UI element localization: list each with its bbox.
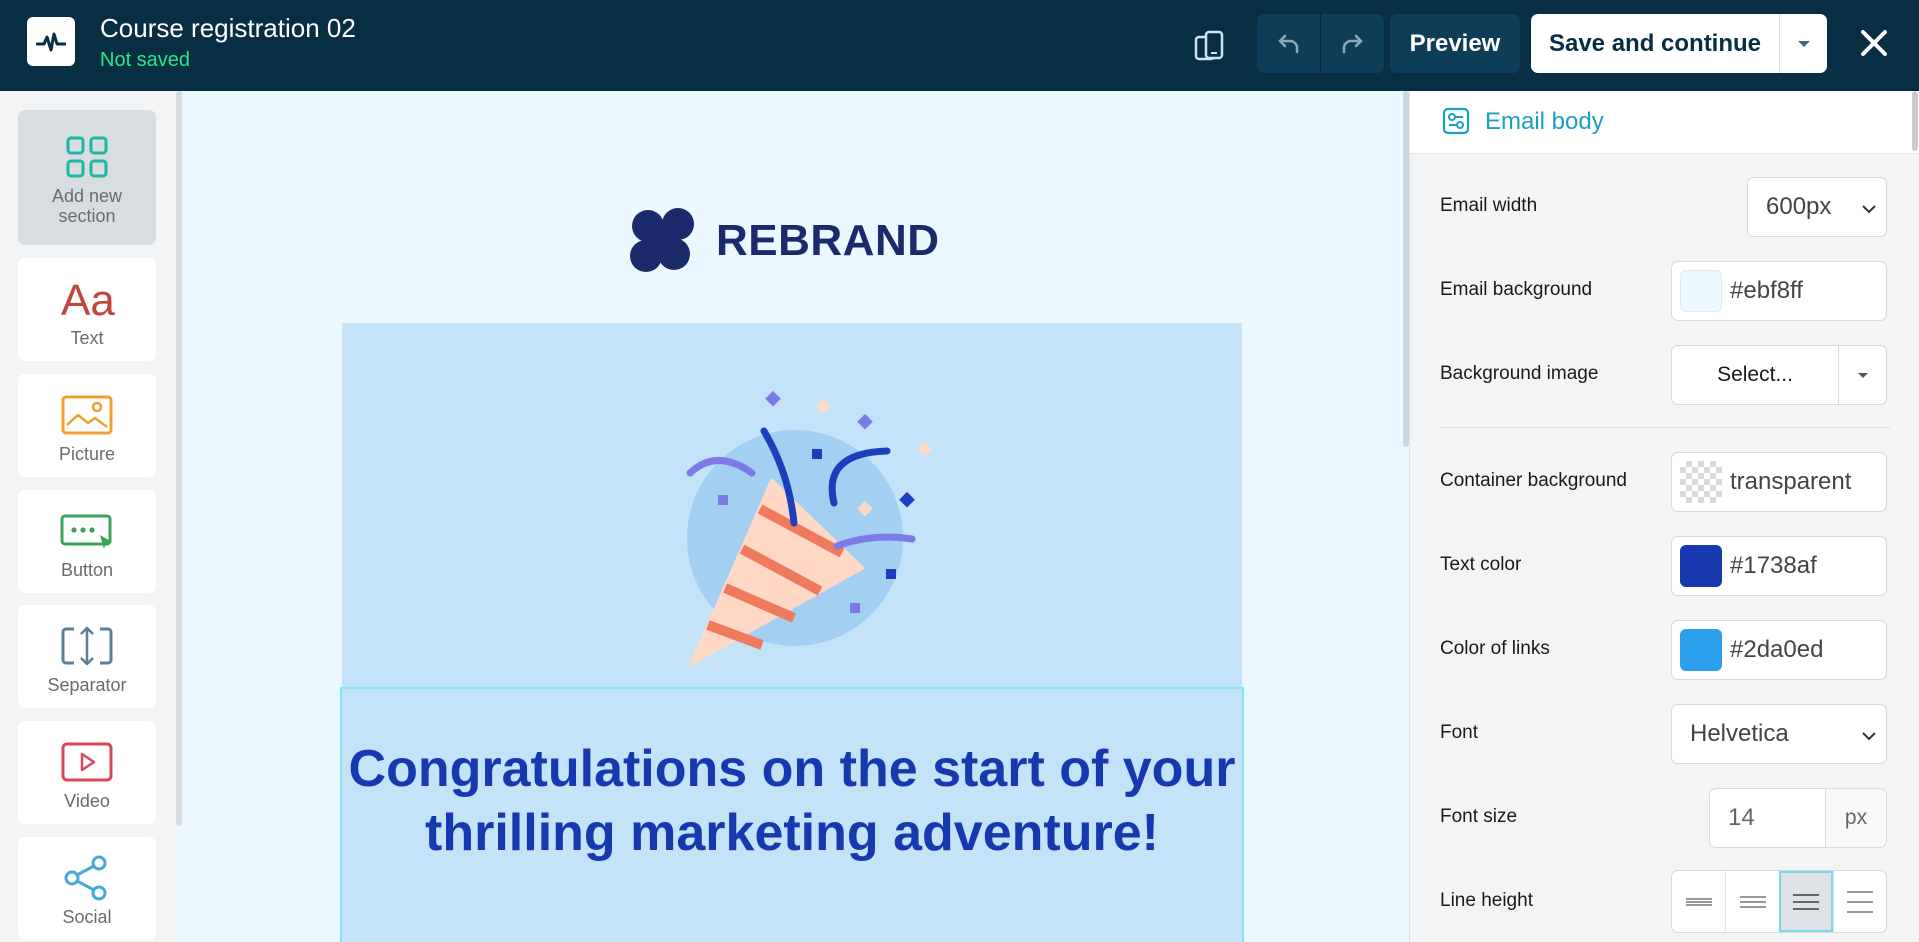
grid-icon	[65, 134, 109, 180]
add-new-section-block[interactable]: Add new section	[18, 110, 156, 245]
email-background-swatch[interactable]	[1680, 270, 1722, 312]
chevron-down-icon	[1862, 720, 1876, 748]
font-size-input[interactable]: 14	[1709, 788, 1826, 848]
document-title[interactable]: Course registration 02	[100, 13, 356, 44]
text-block[interactable]: Aa Text	[18, 258, 156, 361]
line-height-medium-icon[interactable]	[1778, 871, 1833, 932]
line-height-label: Line height	[1440, 890, 1533, 911]
close-icon[interactable]	[1852, 20, 1896, 66]
brand-logo[interactable]: REBRAND	[626, 204, 940, 278]
social-block[interactable]: Social	[18, 837, 156, 940]
email-width-label: Email width	[1440, 195, 1538, 216]
settings-sliders-icon	[1442, 107, 1470, 140]
chevron-down-icon	[1862, 193, 1876, 221]
panel-title: Email body	[1485, 108, 1604, 135]
top-bar: Course registration 02 Not saved Preview…	[0, 0, 1919, 91]
rebrand-logo-icon	[630, 208, 694, 272]
brand-name: REBRAND	[716, 216, 940, 265]
panel-divider	[1440, 427, 1890, 428]
block-label: Separator	[47, 675, 127, 695]
transparent-swatch[interactable]	[1680, 461, 1722, 503]
email-width-select[interactable]: 600px	[1747, 177, 1887, 237]
container-background-value: transparent	[1730, 468, 1852, 495]
save-status: Not saved	[100, 49, 191, 71]
link-color-label: Color of links	[1440, 638, 1550, 659]
font-size-label: Font size	[1440, 806, 1518, 827]
email-canvas: REBRAND Congratulations on the start of …	[182, 91, 1409, 942]
link-color-value: #2da0ed	[1730, 636, 1824, 663]
block-label: Picture	[58, 444, 116, 464]
button-block[interactable]: Button	[18, 490, 156, 593]
video-block[interactable]: Video	[18, 721, 156, 824]
email-background-field[interactable]: #ebf8ff	[1671, 261, 1887, 321]
email-width-value: 600px	[1766, 193, 1832, 220]
button-icon	[59, 508, 115, 554]
separator-icon	[60, 623, 114, 669]
app-logo-icon[interactable]	[27, 17, 75, 66]
block-label: Social	[62, 907, 112, 927]
link-color-swatch[interactable]	[1680, 629, 1722, 671]
line-height-normal-icon[interactable]	[1725, 871, 1779, 932]
block-label: Video	[64, 791, 110, 811]
separator-block[interactable]: Separator	[18, 605, 156, 708]
text-color-swatch[interactable]	[1680, 545, 1722, 587]
text-color-label: Text color	[1440, 554, 1522, 575]
svg-text:Aa: Aa	[61, 277, 115, 321]
settings-panel: Email body Email width 600px Email backg…	[1409, 91, 1919, 942]
block-label: Text	[70, 328, 104, 348]
picture-block[interactable]: Picture	[18, 374, 156, 477]
text-color-value: #1738af	[1730, 552, 1817, 579]
text-icon: Aa	[59, 276, 115, 322]
picture-icon	[61, 392, 113, 438]
font-label: Font	[1440, 722, 1479, 743]
hero-image-section[interactable]	[342, 323, 1242, 688]
container-background-field[interactable]: transparent	[1671, 452, 1887, 512]
block-label: Add new section	[51, 186, 123, 226]
line-height-options	[1671, 870, 1887, 933]
background-image-select-button[interactable]: Select...	[1671, 345, 1839, 405]
email-background-label: Email background	[1440, 279, 1593, 300]
block-label: Button	[60, 560, 114, 580]
headline-text[interactable]: Congratulations on the start of your thr…	[342, 737, 1242, 865]
share-icon	[62, 855, 112, 901]
save-options-chevron-down-icon[interactable]	[1779, 14, 1827, 73]
line-height-compact-icon[interactable]	[1672, 871, 1725, 932]
background-image-chevron-down-icon[interactable]	[1838, 345, 1887, 405]
party-popper-icon	[686, 390, 933, 665]
container-background-label: Container background	[1440, 470, 1627, 491]
history-controls	[1257, 14, 1384, 73]
video-icon	[60, 739, 114, 785]
save-and-continue-button[interactable]: Save and continue	[1531, 14, 1779, 73]
background-image-label: Background image	[1440, 363, 1599, 384]
link-color-field[interactable]: #2da0ed	[1671, 620, 1887, 680]
email-background-value: #ebf8ff	[1730, 277, 1803, 304]
blocks-sidebar: Add new section Aa Text Picture Button S…	[0, 91, 176, 942]
headline-text-section[interactable]: Congratulations on the start of your thr…	[340, 687, 1244, 942]
text-color-field[interactable]: #1738af	[1671, 536, 1887, 596]
font-value: Helvetica	[1690, 720, 1789, 747]
font-select[interactable]: Helvetica	[1671, 704, 1887, 764]
panel-header: Email body	[1410, 91, 1919, 154]
font-size-value: 14	[1728, 804, 1755, 831]
font-size-unit: px	[1825, 788, 1887, 848]
undo-icon[interactable]	[1257, 14, 1320, 73]
preview-button[interactable]: Preview	[1390, 14, 1520, 73]
redo-icon[interactable]	[1320, 14, 1383, 73]
panel-scrollbar[interactable]	[1912, 91, 1918, 151]
mobile-preview-icon[interactable]	[1190, 26, 1230, 66]
line-height-loose-icon[interactable]	[1832, 871, 1886, 932]
